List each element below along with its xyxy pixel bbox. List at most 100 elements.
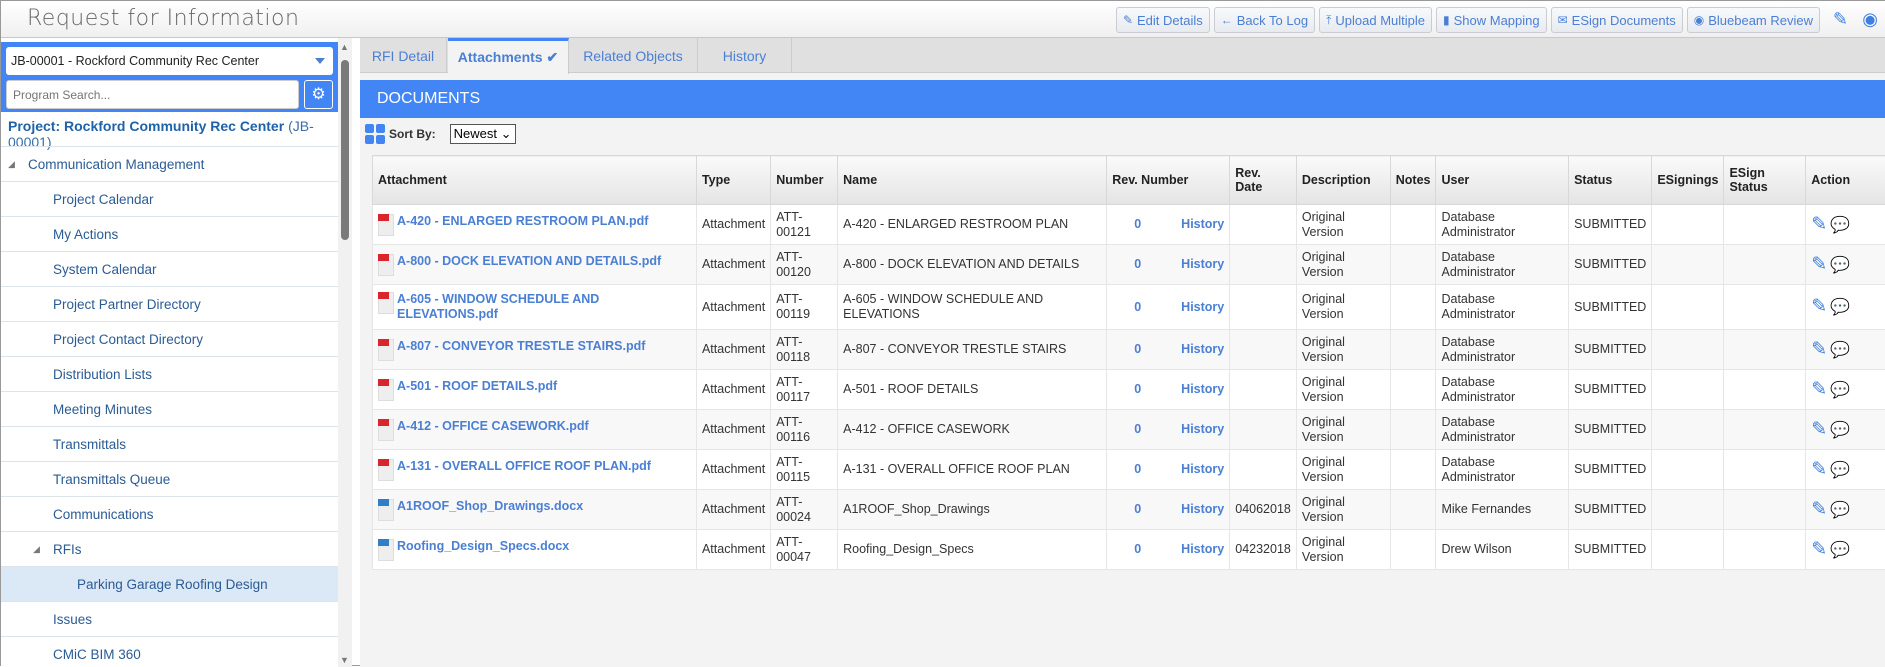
grid-view-icon[interactable]	[365, 124, 385, 144]
comments-icon[interactable]: 💬	[1830, 462, 1850, 479]
history-link[interactable]: History	[1181, 382, 1224, 396]
rev-number-link[interactable]: 0	[1134, 257, 1141, 271]
edit-pencil-icon[interactable]: ✎	[1811, 459, 1827, 480]
edit-pencil-icon[interactable]: ✎	[1811, 296, 1827, 317]
sidebar-item-project-partner-directory[interactable]: Project Partner Directory	[1, 286, 338, 321]
sidebar-scrollbar[interactable]: ▲▼	[338, 38, 352, 667]
esign-status-cell	[1724, 285, 1806, 330]
tab-history[interactable]: History	[698, 38, 792, 73]
edit-pencil-icon[interactable]: ✎	[1811, 379, 1827, 400]
sort-select[interactable]: Newest ⌄	[450, 124, 516, 144]
gear-icon[interactable]: ⚙	[304, 80, 333, 109]
edit-pencil-icon[interactable]: ✎	[1811, 499, 1827, 520]
attachment-link[interactable]: A-501 - ROOF DETAILS.pdf	[397, 379, 557, 393]
column-header-status[interactable]: Status	[1569, 156, 1652, 205]
rev-number-link[interactable]: 0	[1134, 382, 1141, 396]
scroll-up-icon[interactable]: ▲	[340, 42, 349, 52]
scrollbar-thumb[interactable]	[341, 60, 349, 240]
comments-icon[interactable]: 💬	[1830, 502, 1850, 519]
attachment-link[interactable]: A1ROOF_Shop_Drawings.docx	[397, 499, 583, 513]
edit-pencil-icon[interactable]: ✎	[1811, 539, 1827, 560]
column-header-user[interactable]: User	[1436, 156, 1569, 205]
program-search-input[interactable]	[6, 80, 299, 109]
sidebar-item-label: Project Partner Directory	[53, 297, 201, 312]
column-header-action[interactable]: Action	[1806, 156, 1885, 205]
sidebar-item-issues[interactable]: Issues	[1, 601, 338, 636]
attachment-link[interactable]: A-605 - WINDOW SCHEDULE AND ELEVATIONS.p…	[397, 292, 599, 321]
history-link[interactable]: History	[1181, 217, 1224, 231]
comments-icon[interactable]: 💬	[1830, 257, 1850, 274]
expand-triangle-icon[interactable]: ◢	[8, 159, 22, 170]
comments-icon[interactable]: 💬	[1830, 422, 1850, 439]
sidebar-item-label: RFIs	[53, 542, 82, 557]
rev-number-link[interactable]: 0	[1134, 300, 1141, 314]
history-link[interactable]: History	[1181, 422, 1224, 436]
show-mapping-button[interactable]: ▮Show Mapping	[1436, 7, 1547, 33]
comments-icon[interactable]: 💬	[1830, 217, 1850, 234]
scroll-down-icon[interactable]: ▼	[340, 655, 349, 665]
column-header-number[interactable]: Number	[771, 156, 838, 205]
column-header-esign-status[interactable]: ESign Status	[1724, 156, 1806, 205]
bluebeam-review-button[interactable]: ◉Bluebeam Review	[1687, 7, 1820, 33]
expand-triangle-icon[interactable]: ◢	[33, 544, 47, 555]
attachment-link[interactable]: A-420 - ENLARGED RESTROOM PLAN.pdf	[397, 214, 648, 228]
tab-attachments[interactable]: Attachments ✔	[448, 38, 569, 74]
attachment-link[interactable]: A-800 - DOCK ELEVATION AND DETAILS.pdf	[397, 254, 661, 268]
column-header-rev-number[interactable]: Rev. Number	[1107, 156, 1230, 205]
edit-note-icon[interactable]: ✎	[1833, 9, 1848, 30]
attachment-link[interactable]: A-412 - OFFICE CASEWORK.pdf	[397, 419, 589, 433]
comments-icon[interactable]: 💬	[1830, 542, 1850, 559]
sidebar-item-transmittals[interactable]: Transmittals	[1, 426, 338, 461]
column-header-attachment[interactable]: Attachment	[373, 156, 697, 205]
sidebar-item-system-calendar[interactable]: System Calendar	[1, 251, 338, 286]
history-link[interactable]: History	[1181, 300, 1224, 314]
sidebar-item-transmittals-queue[interactable]: Transmittals Queue	[1, 461, 338, 496]
comments-icon[interactable]: 💬	[1830, 299, 1850, 316]
column-header-type[interactable]: Type	[696, 156, 770, 205]
comments-icon[interactable]: 💬	[1830, 382, 1850, 399]
attachment-link[interactable]: A-807 - CONVEYOR TRESTLE STAIRS.pdf	[397, 339, 645, 353]
sidebar-item-rfis[interactable]: ◢ RFIs	[1, 531, 338, 566]
history-link[interactable]: History	[1181, 342, 1224, 356]
sidebar-item-cmic-bim-360[interactable]: CMiC BIM 360	[1, 636, 338, 667]
sidebar-item-communications[interactable]: Communications	[1, 496, 338, 531]
history-link[interactable]: History	[1181, 502, 1224, 516]
rev-number-link[interactable]: 0	[1134, 502, 1141, 516]
edit-pencil-icon[interactable]: ✎	[1811, 214, 1827, 235]
upload-multiple-button[interactable]: ⤒Upload Multiple	[1319, 7, 1432, 33]
rev-number-link[interactable]: 0	[1134, 542, 1141, 556]
column-header-rev-date[interactable]: Rev. Date	[1230, 156, 1297, 205]
attachment-link[interactable]: A-131 - OVERALL OFFICE ROOF PLAN.pdf	[397, 459, 651, 473]
attachment-link[interactable]: Roofing_Design_Specs.docx	[397, 539, 569, 553]
column-header-notes[interactable]: Notes	[1390, 156, 1436, 205]
rev-number-link[interactable]: 0	[1134, 462, 1141, 476]
edit-pencil-icon[interactable]: ✎	[1811, 339, 1827, 360]
sidebar-item-my-actions[interactable]: My Actions	[1, 216, 338, 251]
rev-number-link[interactable]: 0	[1134, 217, 1141, 231]
sidebar-item-meeting-minutes[interactable]: Meeting Minutes	[1, 391, 338, 426]
history-link[interactable]: History	[1181, 257, 1224, 271]
edit-details-button[interactable]: ✎Edit Details	[1116, 7, 1210, 33]
column-header-name[interactable]: Name	[838, 156, 1107, 205]
tab-rfi-detail[interactable]: RFI Detail	[360, 38, 447, 73]
column-header-description[interactable]: Description	[1296, 156, 1390, 205]
rev-number-link[interactable]: 0	[1134, 422, 1141, 436]
edit-pencil-icon[interactable]: ✎	[1811, 254, 1827, 275]
rev-number-link[interactable]: 0	[1134, 342, 1141, 356]
esign-documents-button[interactable]: ✉ESign Documents	[1551, 7, 1683, 33]
back-to-log-button[interactable]: ←Back To Log	[1214, 7, 1315, 33]
sidebar-item-distribution-lists[interactable]: Distribution Lists	[1, 356, 338, 391]
column-header-esignings[interactable]: ESignings	[1652, 156, 1724, 205]
comments-icon[interactable]: 💬	[1830, 342, 1850, 359]
action-cell: ✎💬	[1806, 410, 1885, 450]
sidebar-item-project-contact-directory[interactable]: Project Contact Directory	[1, 321, 338, 356]
tab-related-objects[interactable]: Related Objects	[569, 38, 698, 73]
history-link[interactable]: History	[1181, 542, 1224, 556]
user-profile-icon[interactable]: ◉	[1862, 9, 1878, 30]
sidebar-item-communication-management[interactable]: ◢Communication Management	[1, 146, 338, 181]
sidebar-item-parking-garage-roofing-design[interactable]: Parking Garage Roofing Design	[1, 566, 338, 601]
project-select[interactable]: JB-00001 - Rockford Community Rec Center	[6, 47, 333, 75]
edit-pencil-icon[interactable]: ✎	[1811, 419, 1827, 440]
sidebar-item-project-calendar[interactable]: Project Calendar	[1, 181, 338, 216]
history-link[interactable]: History	[1181, 462, 1224, 476]
